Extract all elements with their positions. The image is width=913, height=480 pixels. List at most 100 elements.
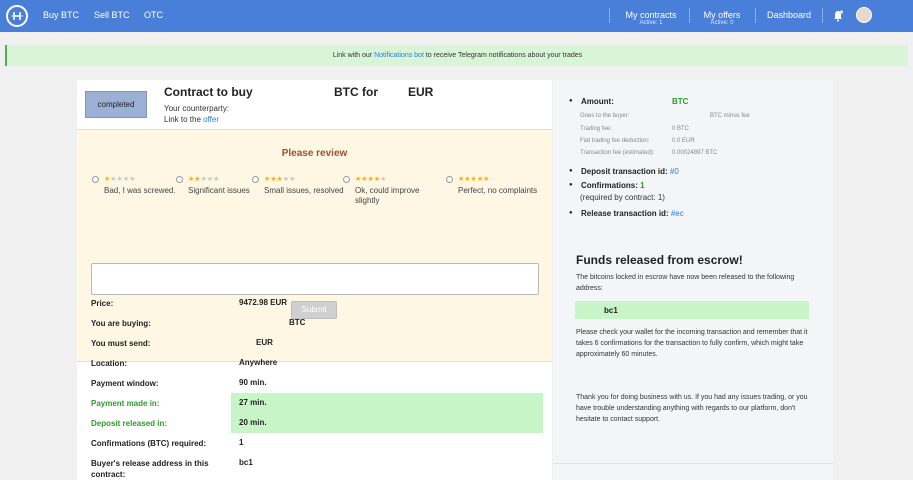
review-option-label: Perfect, no complaints	[458, 186, 538, 195]
fee-value: BTC minus fee	[710, 113, 750, 119]
logo-icon[interactable]	[6, 5, 28, 27]
nav-separator	[609, 8, 610, 23]
detail-key: You must send:	[91, 339, 151, 348]
detail-key: Location:	[91, 359, 127, 368]
deposit-tx-link[interactable]: #0	[670, 167, 679, 176]
star-rating-icon: ★★★★★	[104, 176, 136, 183]
notifications-icon[interactable]	[832, 9, 844, 27]
nav-otc[interactable]: OTC	[144, 10, 163, 20]
nav-separator	[822, 8, 823, 23]
detail-row: Confirmations (BTC) required: 1	[85, 433, 543, 453]
offer-link-prefix: Link to the	[164, 115, 204, 124]
telegram-banner: Link with our Notifications bot to recei…	[5, 45, 908, 66]
nav-my-contracts[interactable]: My contracts Active: 1	[620, 10, 682, 26]
detail-key: Deposit released in:	[91, 419, 168, 428]
contract-currency: EUR	[408, 85, 434, 99]
nav-separator	[689, 8, 690, 23]
nav-buy-btc[interactable]: Buy BTC	[43, 10, 79, 20]
detail-key: Payment made in:	[91, 399, 160, 408]
detail-key: Price:	[91, 299, 114, 308]
amount-value: BTC	[672, 97, 689, 106]
review-textarea[interactable]	[91, 263, 539, 295]
release-tx-label: Release transaction id:	[581, 209, 671, 218]
amount-row: Amount: BTC	[569, 97, 688, 106]
detail-value: Anywhere	[239, 358, 278, 367]
detail-row: You are buying: BTC	[85, 313, 543, 333]
fee-label: Transaction fee (estimated):	[580, 150, 655, 156]
release-tx-link[interactable]: #ec	[671, 209, 684, 218]
detail-key: Buyer's release address in this contract…	[91, 459, 209, 479]
status-badge: completed	[85, 91, 147, 118]
confirmations-label: Confirmations:	[581, 181, 641, 190]
detail-row: Price: 9472.98 EUR	[85, 293, 543, 313]
detail-key: Confirmations (BTC) required:	[91, 439, 207, 448]
deposit-tx-label: Deposit transaction id:	[581, 167, 670, 176]
fee-value: 0 BTC	[672, 126, 690, 132]
offer-link[interactable]: offer	[203, 115, 219, 124]
review-radio[interactable]	[92, 176, 99, 183]
wallet-check-text: Please check your wallet for the incomin…	[576, 329, 808, 358]
detail-value: 27 min.	[231, 393, 543, 413]
nav-sell-btc[interactable]: Sell BTC	[94, 10, 130, 20]
star-rating-icon: ★★★★★	[188, 176, 220, 183]
review-option-label: Bad, I was screwed.	[104, 186, 176, 195]
fee-label: Trading fee:	[580, 126, 612, 132]
user-avatar[interactable]	[856, 7, 872, 23]
confirmations-value: 1	[640, 181, 645, 190]
nav-my-offers-label: My offers	[703, 10, 741, 20]
detail-row: You must send: EUR	[85, 333, 543, 353]
escrow-panel: Amount: BTC Goes to the buyer: BTC minus…	[553, 80, 833, 480]
detail-key: Payment window:	[91, 379, 159, 388]
contract-panel: completed Contract to buy BTC for EUR Yo…	[77, 80, 552, 480]
nav-my-contracts-label: My contracts	[625, 10, 677, 20]
nav-my-contracts-sub: Active: 1	[639, 20, 663, 26]
review-radio[interactable]	[252, 176, 259, 183]
review-option-label: Ok, could improve slightly	[355, 186, 420, 205]
review-radio[interactable]	[343, 176, 350, 183]
notifications-bot-link[interactable]: Notifications bot	[374, 52, 424, 59]
nav-my-offers[interactable]: My offers Active: 0	[697, 10, 747, 26]
detail-row: Payment window: 90 min.	[85, 373, 543, 393]
amount-label: Amount:	[581, 97, 614, 106]
funds-released-title: Funds released from escrow!	[576, 253, 743, 267]
banner-text-before: Link with our	[332, 52, 375, 59]
fee-label: Goes to the buyer:	[580, 113, 630, 119]
nav-my-offers-sub: Active: 0	[710, 20, 734, 26]
nav-dashboard[interactable]: Dashboard	[767, 10, 811, 20]
detail-row-highlight: Deposit released in: 20 min.	[85, 413, 543, 433]
detail-value: 90 min.	[239, 378, 267, 387]
fee-value: 0.00024897 BTC	[672, 150, 718, 156]
detail-row-highlight: Payment made in: 27 min.	[85, 393, 543, 413]
top-navbar: Buy BTC Sell BTC OTC My contracts Active…	[0, 0, 913, 32]
detail-value: 20 min.	[231, 413, 543, 433]
review-radio[interactable]	[446, 176, 453, 183]
confirmations-row: Confirmations: 1	[569, 181, 645, 190]
thanks-text: Thank you for doing business with us. If…	[576, 394, 808, 423]
contract-asset: BTC for	[334, 85, 378, 99]
detail-value: 1	[239, 438, 244, 447]
funds-released-text: The bitcoins locked in escrow have now b…	[576, 274, 795, 292]
detail-key: You are buying:	[91, 319, 151, 328]
detail-value: BTC	[289, 318, 306, 327]
fee-label: Fiat trading fee deduction:	[580, 138, 650, 144]
contract-title: Contract to buy	[164, 85, 253, 99]
star-rating-icon: ★★★★★	[458, 176, 490, 183]
counterparty-label: Your counterparty:	[164, 104, 230, 113]
fee-value: 0.0 EUR	[672, 138, 695, 144]
release-tx-row: Release transaction id: #ec	[569, 209, 684, 218]
detail-value: EUR	[256, 338, 273, 347]
review-option-label: Small issues, resolved	[264, 186, 344, 195]
review-option-label: Significant issues	[188, 186, 250, 195]
confirmations-note: (required by contract: 1)	[580, 193, 665, 202]
panel-divider	[553, 463, 833, 464]
banner-text-after: to receive Telegram notifications about …	[423, 52, 583, 59]
detail-row: Location: Anywhere	[85, 353, 543, 373]
review-radio[interactable]	[176, 176, 183, 183]
offer-link-line: Link to the offer	[164, 115, 219, 124]
star-rating-icon: ★★★★★	[264, 176, 296, 183]
review-title: Please review	[281, 148, 348, 159]
release-address: bc1	[575, 301, 809, 319]
detail-value: 9472.98 EUR	[239, 298, 288, 307]
star-rating-icon: ★★★★★	[355, 176, 387, 183]
deposit-tx-row: Deposit transaction id: #0	[569, 167, 679, 176]
